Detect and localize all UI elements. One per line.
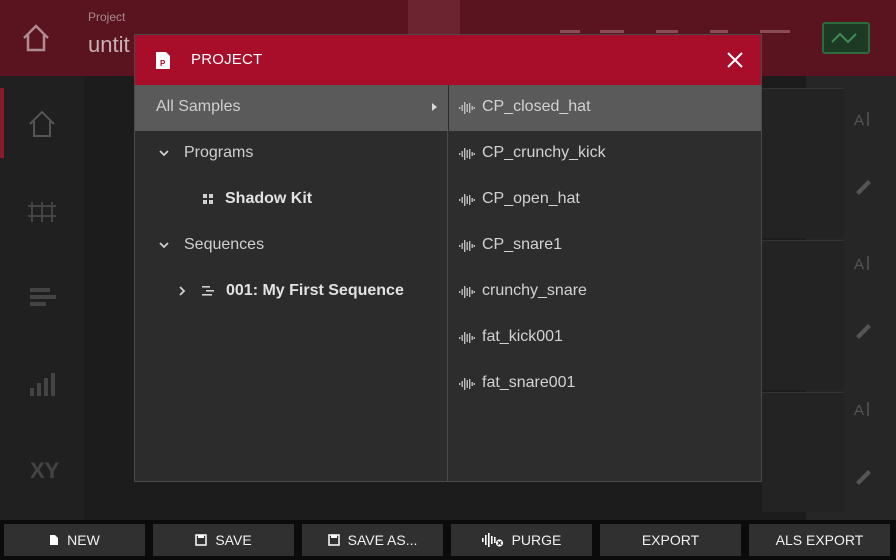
sample-name: fat_snare001 [482,374,576,391]
bottom-toolbar: NEW SAVE SAVE AS... PURGE EXPORT ALS EXP… [0,520,896,560]
tree-item-shadow-kit[interactable]: Shadow Kit [135,177,448,223]
svg-text:P: P [160,59,166,68]
sample-name: CP_closed_hat [482,98,591,115]
background-sidebar-active-marker [0,88,4,158]
tree-item-label: Sequences [184,236,265,253]
background-pencil-icon-3[interactable] [852,464,874,486]
tree-item-my-first-sequence[interactable]: 001: My First Sequence [135,269,448,315]
tree-item-sequences[interactable]: Sequences [135,223,448,269]
waveform-icon [459,377,475,391]
sample-name: CP_crunchy_kick [482,144,606,161]
chevron-right-icon [427,100,441,114]
sample-list-item[interactable]: fat_snare001 [449,361,761,407]
background-grid-nav-icon[interactable] [22,194,62,228]
export-button[interactable]: EXPORT [600,524,741,556]
chevron-down-icon[interactable] [157,238,171,252]
als-export-button-label: ALS EXPORT [775,532,864,548]
tree-item-label: All Samples [156,98,241,115]
save-button[interactable]: SAVE [153,524,294,556]
sample-list-item[interactable]: CP_closed_hat [449,85,761,131]
tree-item-label: 001: My First Sequence [226,282,404,299]
background-pencil-icon-2[interactable] [852,318,874,340]
svg-text:A: A [854,112,864,129]
new-file-icon [49,534,59,546]
sample-list-item[interactable]: crunchy_snare [449,269,761,315]
project-file-icon: P [155,51,171,70]
background-mixer-nav-icon[interactable] [22,366,62,400]
drum-grid-icon [201,192,215,206]
purge-waveform-icon [481,533,504,547]
background-transpose-panel [762,88,844,238]
close-icon[interactable] [725,50,745,70]
sample-list-item[interactable]: CP_snare1 [449,223,761,269]
sample-list-item[interactable]: CP_open_hat [449,177,761,223]
project-browser-dialog: P PROJECT All Samples Programs Shadow Ki… [134,34,762,482]
sample-name: CP_snare1 [482,236,563,253]
sample-name: CP_open_hat [482,190,580,207]
save-as-button-label: SAVE AS... [347,532,418,548]
save-as-button[interactable]: SAVE AS... [302,524,443,556]
background-xy-nav-icon[interactable]: XY [22,452,62,486]
waveform-icon [459,285,475,299]
save-icon [195,534,208,546]
tree-item-label: Programs [184,144,254,161]
background-text-edit-icon[interactable]: A [852,108,874,130]
background-list-nav-icon[interactable] [22,280,62,314]
svg-text:A: A [854,256,864,273]
sample-list-item[interactable]: fat_kick001 [449,315,761,361]
background-home-nav-icon[interactable] [22,106,62,140]
waveform-icon [459,101,475,115]
purge-button[interactable]: PURGE [451,524,592,556]
background-project-label: Project [88,10,126,24]
tree-item-programs[interactable]: Programs [135,131,448,177]
tree-item-label: Shadow Kit [225,190,313,207]
waveform-icon [459,331,475,345]
chevron-down-icon[interactable] [157,146,171,160]
svg-text:A: A [854,402,864,419]
background-text-edit-icon-2[interactable]: A [852,252,874,274]
als-export-button[interactable]: ALS EXPORT [749,524,890,556]
background-mode-toggle[interactable] [822,22,870,54]
export-button-label: EXPORT [641,532,700,548]
waveform-icon [459,193,475,207]
sample-name: fat_kick001 [482,328,563,345]
sample-name: crunchy_snare [482,282,587,299]
home-icon[interactable] [14,20,58,56]
dialog-title: PROJECT [191,51,263,68]
background-project-name: untit [88,32,130,57]
sample-list-pane: CP_closed_hat CP_crunchy_kick CP_open_ha… [449,85,761,481]
save-as-icon [327,534,340,546]
tree-item-all-samples[interactable]: All Samples [135,85,448,131]
waveform-icon [459,147,475,161]
save-button-label: SAVE [215,532,252,548]
app-root: Project untit XY A A A P PROJECT All Sam… [0,0,896,560]
folder-tree-pane: All Samples Programs Shadow Kit Sequence… [135,85,448,481]
dialog-header: P PROJECT [135,35,761,85]
new-button-label: NEW [67,532,100,548]
waveform-icon [459,239,475,253]
sample-list-item[interactable]: CP_crunchy_kick [449,131,761,177]
background-transpose-panel-2 [762,240,844,390]
svg-text:XY: XY [30,458,60,483]
chevron-right-icon[interactable] [175,284,189,298]
background-edit-samples-panel [762,392,844,512]
new-button[interactable]: NEW [4,524,145,556]
background-pencil-icon[interactable] [852,174,874,196]
purge-button-label: PURGE [511,532,562,548]
background-text-edit-icon-3[interactable]: A [852,398,874,420]
sequence-icon [201,284,215,298]
